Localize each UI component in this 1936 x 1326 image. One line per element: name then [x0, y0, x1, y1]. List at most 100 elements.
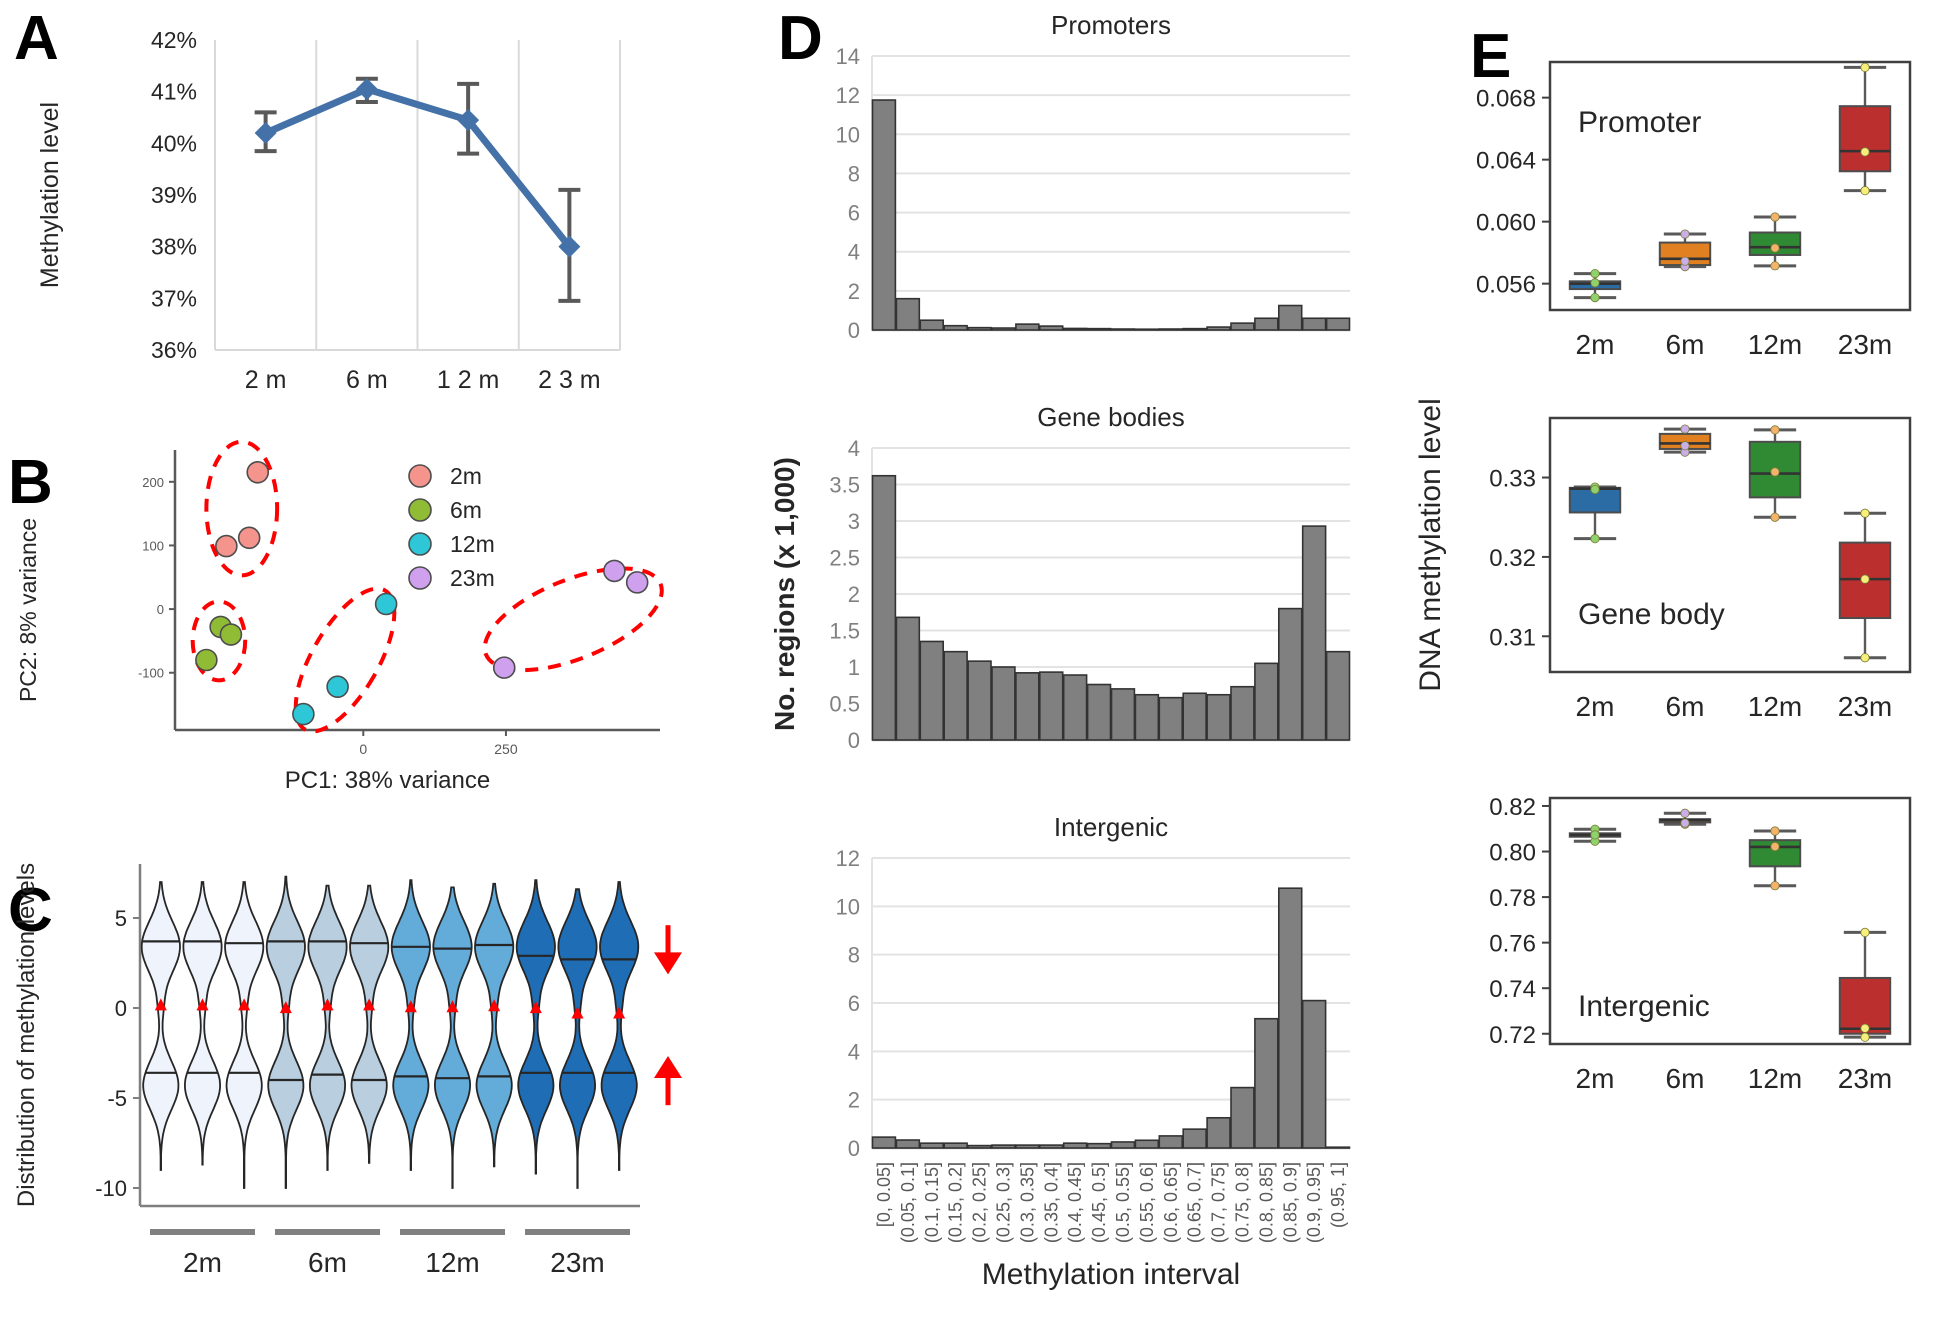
histogram-bar[interactable] — [1301, 317, 1327, 331]
violin-shape[interactable] — [599, 881, 640, 1171]
histogram-bar[interactable] — [1134, 1139, 1160, 1149]
histogram-bar[interactable] — [1182, 1128, 1207, 1149]
violin-shape[interactable] — [390, 879, 431, 1171]
histogram-bar[interactable] — [1158, 696, 1183, 741]
histogram-bar[interactable] — [1110, 328, 1136, 331]
legend-item[interactable]: 2m — [408, 463, 482, 489]
histogram-bar[interactable] — [1015, 1144, 1040, 1149]
legend-item[interactable]: 6m — [408, 497, 482, 523]
histogram-bar[interactable] — [871, 474, 897, 741]
histogram-bar[interactable] — [1325, 317, 1351, 331]
histogram-bar[interactable] — [1230, 685, 1255, 741]
histogram-bar[interactable] — [1015, 672, 1040, 741]
histogram-bar[interactable] — [1277, 607, 1303, 741]
histogram-bar[interactable] — [1301, 525, 1327, 741]
histogram-bar[interactable] — [1230, 1086, 1255, 1149]
boxplot-box[interactable] — [1658, 424, 1712, 457]
histogram-bar[interactable] — [1015, 323, 1040, 331]
scatter-point[interactable] — [603, 559, 626, 583]
histogram-bar[interactable] — [1254, 1017, 1279, 1149]
histogram-bar[interactable] — [1182, 692, 1207, 741]
histogram-bar[interactable] — [1206, 1116, 1231, 1149]
histogram-bar[interactable] — [1062, 674, 1088, 741]
histogram-bar[interactable] — [991, 327, 1016, 331]
histogram-bar[interactable] — [1158, 1135, 1183, 1149]
violin-shape[interactable] — [307, 884, 348, 1171]
histogram-bar[interactable] — [1110, 688, 1136, 741]
legend-item[interactable]: 12m — [408, 531, 495, 557]
histogram-bar[interactable] — [1254, 317, 1279, 331]
boxplot-box[interactable] — [1748, 425, 1802, 522]
histogram-bar[interactable] — [1325, 650, 1351, 741]
histogram-bar[interactable] — [1134, 328, 1160, 331]
histogram-bar[interactable] — [1277, 887, 1303, 1149]
scatter-point[interactable] — [219, 623, 243, 646]
scatter-point[interactable] — [625, 571, 649, 594]
histogram-bar[interactable] — [1062, 327, 1088, 331]
boxplot-box[interactable] — [1838, 62, 1892, 196]
violin-shape[interactable] — [432, 886, 473, 1189]
histogram-bar[interactable] — [967, 1144, 992, 1149]
boxplot-box[interactable] — [1568, 482, 1622, 544]
histogram-bar[interactable] — [1277, 304, 1303, 331]
histogram-bar[interactable] — [1110, 1141, 1136, 1149]
scatter-point[interactable] — [374, 592, 398, 616]
scatter-point[interactable] — [292, 702, 315, 726]
histogram-bar[interactable] — [943, 650, 968, 741]
histogram-bar[interactable] — [967, 660, 992, 741]
histogram-bar[interactable] — [1254, 662, 1279, 741]
violin-shape[interactable] — [349, 884, 390, 1164]
histogram-bar[interactable] — [1301, 999, 1327, 1149]
histogram-bar[interactable] — [1134, 693, 1160, 741]
boxplot-box[interactable] — [1838, 508, 1892, 663]
violin-shape[interactable] — [140, 881, 181, 1171]
histogram-bar[interactable] — [919, 640, 945, 741]
boxplot-box[interactable] — [1658, 808, 1712, 829]
histogram-bar[interactable] — [895, 297, 921, 331]
boxplot-box[interactable] — [1838, 927, 1892, 1042]
histogram-bar[interactable] — [967, 326, 992, 331]
scatter-point[interactable] — [326, 675, 349, 699]
histogram-bar[interactable] — [1086, 683, 1112, 741]
histogram-bar[interactable] — [1206, 326, 1231, 331]
violin-shape[interactable] — [224, 881, 265, 1189]
histogram-bar[interactable] — [1038, 1144, 1064, 1149]
histogram-bar[interactable] — [1158, 328, 1183, 331]
scatter-point[interactable] — [246, 460, 270, 484]
violin-shape[interactable] — [182, 881, 223, 1166]
histogram-bar[interactable] — [1182, 327, 1207, 331]
histogram-bar[interactable] — [1062, 1142, 1088, 1149]
boxplot-box[interactable] — [1568, 268, 1622, 303]
histogram-bar[interactable] — [1038, 671, 1064, 741]
scatter-point[interactable] — [215, 534, 238, 558]
violin-shape[interactable] — [474, 882, 515, 1168]
histogram-bar[interactable] — [943, 324, 968, 331]
scatter-point[interactable] — [492, 656, 516, 679]
median-triangle-marker — [613, 1006, 626, 1019]
histogram-bar[interactable] — [871, 99, 897, 331]
boxplot-box[interactable] — [1748, 212, 1802, 271]
histogram-bar[interactable] — [991, 666, 1016, 741]
histogram-bar[interactable] — [1325, 1146, 1351, 1149]
violin-shape[interactable] — [265, 875, 306, 1189]
histogram-bar[interactable] — [871, 1136, 897, 1149]
scatter-point[interactable] — [195, 648, 218, 672]
boxplot-box[interactable] — [1658, 229, 1712, 272]
histogram-bar[interactable] — [895, 616, 921, 741]
histogram-bar[interactable] — [1086, 1142, 1112, 1149]
histogram-bar[interactable] — [1230, 322, 1255, 331]
histogram-bar[interactable] — [919, 1142, 945, 1149]
boxplot-box[interactable] — [1748, 826, 1802, 891]
histogram-bar[interactable] — [991, 1144, 1016, 1149]
histogram-bar[interactable] — [919, 319, 945, 331]
violin-shape[interactable] — [515, 879, 556, 1175]
violin-shape[interactable] — [557, 888, 598, 1189]
histogram-bar[interactable] — [1038, 325, 1064, 331]
histogram-bar[interactable] — [895, 1139, 921, 1149]
histogram-bar[interactable] — [1206, 693, 1231, 741]
histogram-bar[interactable] — [943, 1142, 968, 1149]
histogram-bar[interactable] — [1086, 327, 1112, 331]
boxplot-box[interactable] — [1568, 824, 1622, 846]
legend-item[interactable]: 23m — [408, 565, 495, 591]
scatter-point[interactable] — [237, 526, 261, 550]
